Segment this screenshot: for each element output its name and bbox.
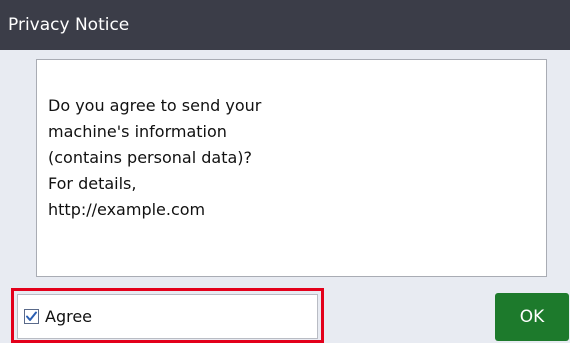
agree-highlight-frame: Agree	[11, 288, 324, 343]
dialog-title: Privacy Notice	[8, 15, 130, 35]
agree-checkbox-row[interactable]: Agree	[17, 294, 318, 339]
privacy-message-box: Do you agree to send your machine's info…	[36, 59, 547, 277]
ok-button-label: OK	[519, 307, 545, 327]
dialog-title-bar: Privacy Notice	[0, 0, 570, 50]
agree-checkbox[interactable]	[24, 309, 39, 324]
privacy-message-text: Do you agree to send your machine's info…	[48, 96, 262, 219]
agree-label: Agree	[45, 307, 93, 326]
ok-button[interactable]: OK	[495, 293, 569, 341]
check-icon	[26, 311, 37, 321]
